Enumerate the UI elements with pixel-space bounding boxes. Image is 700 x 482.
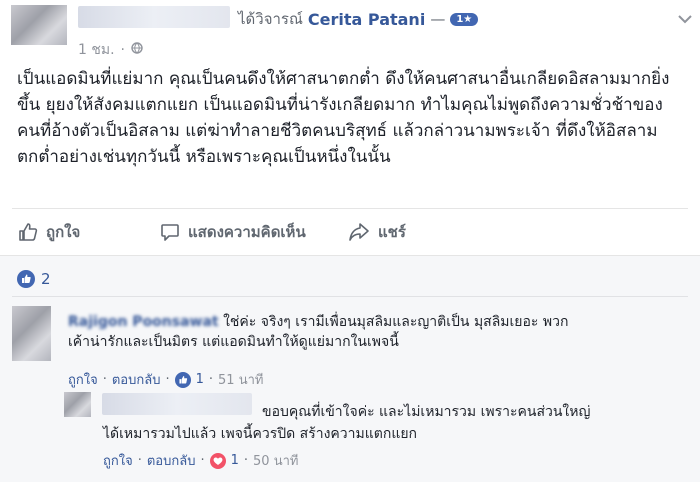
post-meta: 1 ชม. · bbox=[78, 39, 143, 61]
like-reaction-icon bbox=[174, 371, 191, 388]
like-reaction-icon bbox=[17, 270, 35, 288]
comment-text-1: ใช่ค่ะ จริงๆ เรามีเพื่อนมุสลิมและญาติเป็… bbox=[223, 314, 569, 330]
like-button[interactable]: ถูกใจ bbox=[18, 220, 80, 244]
separator-dot: · bbox=[208, 372, 214, 387]
reaction-count: 2 bbox=[41, 270, 51, 288]
public-globe-icon bbox=[131, 42, 143, 58]
comment-1-text-block: Rajigon Poonsawat ใช่ค่ะ จริงๆ เรามีเพื่… bbox=[68, 312, 688, 352]
comment-label: แสดงความคิดเห็น bbox=[188, 223, 306, 241]
comment-button[interactable]: แสดงความคิดเห็น bbox=[160, 220, 306, 244]
reply-reply-link[interactable]: ตอบกลับ bbox=[147, 450, 196, 471]
reply-time[interactable]: 50 นาที bbox=[253, 450, 298, 471]
reply-author-blurred[interactable] bbox=[102, 393, 252, 415]
review-header: ได้วิจารณ์ Cerita Patani — 1★ bbox=[238, 7, 479, 31]
post-body: เป็นแอดมินที่แย่มาก คุณเป็นคนดึงให้ศาสนา… bbox=[17, 69, 670, 167]
separator-dot: · bbox=[165, 372, 170, 387]
rating-dash: — bbox=[430, 10, 446, 28]
comment-1-actions: ถูกใจ · ตอบกลับ · 1 · 51 นาที bbox=[68, 369, 263, 390]
reply-actions: ถูกใจ · ตอบกลับ · 1 · 50 นาที bbox=[103, 450, 298, 471]
separator-dot: · bbox=[243, 453, 249, 468]
comment-reaction-count[interactable]: 1 bbox=[196, 372, 204, 387]
comment-text-2: เค้าน่ารักและเป็นมิตร แต่แอดมินทำให้ดูแย… bbox=[68, 334, 399, 350]
author-name-blurred[interactable] bbox=[78, 6, 230, 28]
page-name-link[interactable]: Cerita Patani bbox=[308, 10, 425, 29]
separator-dot: · bbox=[200, 453, 205, 468]
reply-like-link[interactable]: ถูกใจ bbox=[103, 450, 133, 471]
reply-reaction-count[interactable]: 1 bbox=[231, 453, 239, 468]
reaction-summary[interactable]: 2 bbox=[17, 270, 51, 288]
reviewed-text: ได้วิจารณ์ bbox=[238, 10, 303, 28]
separator-dot: · bbox=[137, 453, 142, 468]
love-reaction-icon bbox=[209, 452, 226, 469]
reply-text-1: ขอบคุณที่เข้าใจค่ะ และไม่เหมารวม เพราะคน… bbox=[262, 404, 591, 420]
comment-1-line-1: Rajigon Poonsawat ใช่ค่ะ จริงๆ เรามีเพื่… bbox=[68, 312, 688, 332]
like-label: ถูกใจ bbox=[46, 223, 81, 241]
reply-text-2: ได้เหมารวมไปแล้ว เพจนี้ควรปิด สร้างความแ… bbox=[103, 426, 418, 442]
share-arrow-icon bbox=[349, 223, 369, 241]
reaction-divider bbox=[12, 296, 688, 297]
comment-bubble-icon bbox=[161, 224, 179, 241]
post-time[interactable]: 1 ชม. bbox=[78, 39, 115, 61]
post-options-chevron-icon[interactable] bbox=[678, 9, 692, 28]
share-button[interactable]: แชร์ bbox=[348, 220, 406, 244]
comment-like-link[interactable]: ถูกใจ bbox=[68, 369, 98, 390]
action-bar-top-divider bbox=[12, 208, 688, 209]
rating-badge[interactable]: 1★ bbox=[450, 12, 479, 26]
share-label: แชร์ bbox=[378, 223, 406, 241]
comment-author[interactable]: Rajigon Poonsawat bbox=[68, 314, 219, 330]
reply-text-block: ขอบคุณที่เข้าใจค่ะ และไม่เหมารวม เพราะคน… bbox=[262, 402, 692, 422]
comment-avatar[interactable] bbox=[12, 306, 51, 361]
reply-avatar[interactable] bbox=[64, 392, 91, 417]
author-avatar[interactable] bbox=[11, 5, 67, 45]
meta-dot: · bbox=[120, 42, 125, 58]
separator-dot: · bbox=[102, 372, 107, 387]
thumbs-up-icon bbox=[19, 223, 38, 241]
comment-reply-link[interactable]: ตอบกลับ bbox=[112, 369, 161, 390]
comment-time[interactable]: 51 นาที bbox=[218, 369, 263, 390]
